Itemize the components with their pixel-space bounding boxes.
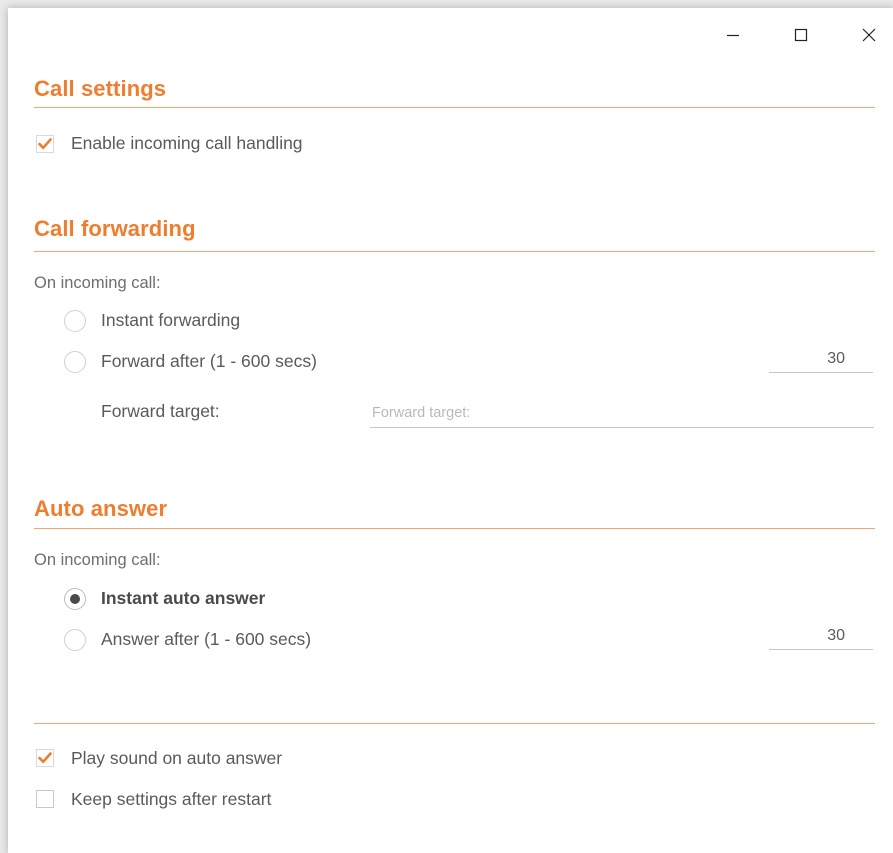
enable-incoming-label: Enable incoming call handling: [71, 133, 303, 153]
forward-target-label: Forward target:: [101, 401, 220, 421]
close-button[interactable]: [846, 14, 892, 56]
play-sound-checkbox[interactable]: [36, 749, 54, 767]
minimize-button[interactable]: [710, 14, 756, 56]
checkmark-icon: [38, 752, 52, 764]
instant-forwarding-label: Instant forwarding: [101, 310, 241, 330]
section-divider: [34, 528, 875, 529]
answer-after-label: Answer after (1 - 600 secs): [101, 629, 312, 649]
instant-auto-answer-label: Instant auto answer: [101, 588, 266, 608]
close-icon: [862, 28, 876, 42]
call-settings-heading: Call settings: [34, 76, 167, 101]
forward-target-input[interactable]: [370, 398, 874, 428]
play-sound-label: Play sound on auto answer: [71, 748, 283, 768]
call-forwarding-heading: Call forwarding: [34, 216, 196, 241]
minimize-icon: [727, 34, 739, 37]
forwarding-prompt: On incoming call:: [34, 274, 161, 292]
section-divider: [34, 107, 875, 108]
radio-instant-forwarding[interactable]: [64, 310, 86, 332]
settings-window: Call settings Enable incoming call handl…: [8, 8, 893, 853]
keep-settings-label: Keep settings after restart: [71, 789, 272, 809]
forward-after-seconds-input[interactable]: [769, 345, 873, 373]
answer-after-seconds-input[interactable]: [769, 622, 873, 650]
maximize-button[interactable]: [778, 14, 824, 56]
maximize-icon: [794, 28, 808, 42]
auto-answer-prompt: On incoming call:: [34, 551, 161, 569]
radio-instant-auto-answer[interactable]: [64, 588, 86, 610]
checkmark-icon: [38, 138, 52, 150]
keep-settings-checkbox[interactable]: [36, 790, 54, 808]
radio-answer-after[interactable]: [64, 629, 86, 651]
footer-divider: [34, 723, 875, 724]
forward-after-label: Forward after (1 - 600 secs): [101, 351, 317, 371]
radio-forward-after[interactable]: [64, 351, 86, 373]
section-divider: [34, 251, 875, 252]
auto-answer-heading: Auto answer: [34, 496, 168, 521]
enable-incoming-checkbox[interactable]: [36, 135, 54, 153]
